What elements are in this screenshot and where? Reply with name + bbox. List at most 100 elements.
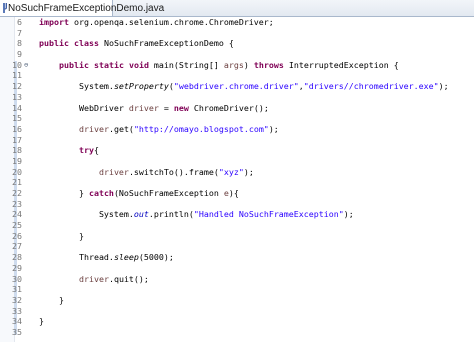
code-token: driver bbox=[78, 123, 109, 134]
code-line[interactable]: 25 bbox=[0, 220, 474, 231]
line-number: 10 bbox=[12, 59, 22, 70]
code-line[interactable]: 33 bbox=[0, 306, 474, 317]
code-line[interactable]: 14 WebDriver driver = new ChromeDriver()… bbox=[0, 103, 474, 114]
code-line[interactable]: 30 driver.quit(); bbox=[0, 274, 474, 285]
code-token: "Handled NoSuchFrameException" bbox=[193, 209, 344, 220]
code-text: System.setProperty("webdriver.chrome.dri… bbox=[39, 81, 449, 92]
code-line[interactable]: 34} bbox=[0, 316, 474, 327]
code-line[interactable]: 12 System.setProperty("webdriver.chrome.… bbox=[0, 81, 474, 92]
code-token: NoSuchFrameExceptionDemo { bbox=[98, 38, 234, 49]
code-line[interactable]: 22 } catch(NoSuchFrameException e){ bbox=[0, 188, 474, 199]
code-line[interactable]: 8 public class NoSuchFrameExceptionDemo { bbox=[0, 38, 474, 49]
code-token: Thread. bbox=[39, 252, 114, 263]
code-token: System. bbox=[39, 209, 134, 220]
line-number: 19 bbox=[12, 155, 22, 166]
code-text: } catch(NoSuchFrameException e){ bbox=[39, 188, 239, 199]
line-number: 20 bbox=[12, 166, 22, 177]
code-editor-area[interactable]: 6 import org.openqa.selenium.chrome.Chrom… bbox=[0, 17, 474, 338]
code-line[interactable]: 17 bbox=[0, 135, 474, 146]
code-text: } bbox=[39, 295, 64, 306]
code-token: "xyz" bbox=[218, 166, 244, 177]
code-line[interactable]: 6 import org.openqa.selenium.chrome.Chrom… bbox=[0, 17, 474, 28]
line-number: 17 bbox=[12, 134, 22, 145]
code-token: .get( bbox=[108, 123, 134, 134]
code-text: driver.get("http://omayo.blogspot.com"); bbox=[39, 124, 279, 135]
code-token: static bbox=[93, 59, 124, 70]
code-line[interactable]: 35 bbox=[0, 327, 474, 338]
code-line[interactable]: 31 bbox=[0, 284, 474, 295]
code-token: ); bbox=[268, 123, 279, 134]
line-number: 26 bbox=[12, 230, 22, 241]
code-token: ); bbox=[343, 209, 354, 220]
code-line[interactable]: 19 bbox=[0, 156, 474, 167]
code-text: driver.quit(); bbox=[39, 274, 149, 285]
code-line[interactable]: 16 driver.get("http://omayo.blogspot.com… bbox=[0, 124, 474, 135]
code-line[interactable]: 9 bbox=[0, 49, 474, 60]
code-line[interactable]: 26 } bbox=[0, 231, 474, 242]
code-token: try bbox=[78, 145, 94, 156]
code-token: out bbox=[133, 209, 149, 220]
code-line[interactable]: 13 bbox=[0, 92, 474, 103]
code-line[interactable]: 23 bbox=[0, 199, 474, 210]
code-token: } bbox=[39, 316, 44, 327]
code-token: driver bbox=[98, 166, 129, 177]
code-text: public class NoSuchFrameExceptionDemo { bbox=[39, 38, 234, 49]
code-token: .quit(); bbox=[108, 273, 149, 284]
code-text: } bbox=[39, 231, 84, 242]
code-token: ); bbox=[438, 81, 449, 92]
code-line[interactable]: 28 Thread.sleep(5000); bbox=[0, 252, 474, 263]
line-number: 34 bbox=[12, 316, 22, 327]
code-token: .println( bbox=[148, 209, 194, 220]
line-number: 15 bbox=[12, 113, 22, 124]
code-token: } bbox=[39, 230, 84, 241]
code-line[interactable]: 11 bbox=[0, 70, 474, 81]
code-line[interactable]: 27 bbox=[0, 241, 474, 252]
code-token: ){ bbox=[228, 188, 239, 198]
line-number: 8 bbox=[17, 38, 22, 49]
code-line[interactable]: 10 ⊖ public static void main(String[] arg… bbox=[0, 60, 474, 71]
code-token: args bbox=[223, 59, 244, 70]
code-line[interactable]: 29 bbox=[0, 263, 474, 274]
code-token: } bbox=[39, 294, 64, 305]
code-token: class bbox=[73, 38, 99, 49]
fold-collapse-icon[interactable]: ⊖ bbox=[24, 60, 28, 71]
code-text: } bbox=[39, 316, 44, 327]
editor-tab-bar: NoSuchFrameExceptionDemo.java bbox=[0, 0, 474, 17]
code-line[interactable]: 24 System.out.println("Handled NoSuchFra… bbox=[0, 209, 474, 220]
code-token: (NoSuchFrameException bbox=[113, 188, 224, 198]
line-number: 28 bbox=[12, 252, 22, 263]
code-token: setProperty bbox=[113, 81, 169, 92]
line-number: 31 bbox=[12, 284, 22, 295]
code-token: public bbox=[39, 38, 69, 49]
code-token: org.openqa.selenium.chrome.ChromeDriver; bbox=[68, 17, 274, 27]
code-token: "webdriver.chrome.driver" bbox=[173, 81, 299, 92]
code-line[interactable]: 18 try{ bbox=[0, 145, 474, 156]
code-token: WebDriver bbox=[39, 102, 129, 113]
code-line[interactable]: 7 bbox=[0, 28, 474, 39]
line-number: 18 bbox=[12, 145, 22, 156]
code-line[interactable]: 20 driver.switchTo().frame("xyz"); bbox=[0, 167, 474, 178]
code-token: new bbox=[173, 102, 189, 113]
code-token: ); bbox=[243, 166, 254, 177]
editor-tab-nosuchframeexceptiondemo[interactable]: NoSuchFrameExceptionDemo.java bbox=[0, 0, 164, 16]
line-number: 29 bbox=[12, 262, 22, 273]
code-text: WebDriver driver = new ChromeDriver(); bbox=[39, 103, 269, 114]
code-text: System.out.println("Handled NoSuchFrameE… bbox=[39, 209, 354, 220]
line-number: 7 bbox=[17, 27, 22, 38]
code-token: InterruptedException { bbox=[283, 59, 399, 70]
line-number: 27 bbox=[12, 241, 22, 252]
line-number: 16 bbox=[12, 123, 22, 134]
line-number: 35 bbox=[12, 326, 22, 337]
code-line[interactable]: 32 } bbox=[0, 295, 474, 306]
code-line[interactable]: 15 bbox=[0, 113, 474, 124]
code-text: Thread.sleep(5000); bbox=[39, 252, 174, 263]
code-token: { bbox=[93, 145, 99, 156]
code-token: import bbox=[39, 17, 69, 27]
code-line[interactable]: 21 bbox=[0, 177, 474, 188]
line-number: 21 bbox=[12, 177, 22, 188]
line-number: 24 bbox=[12, 209, 22, 220]
